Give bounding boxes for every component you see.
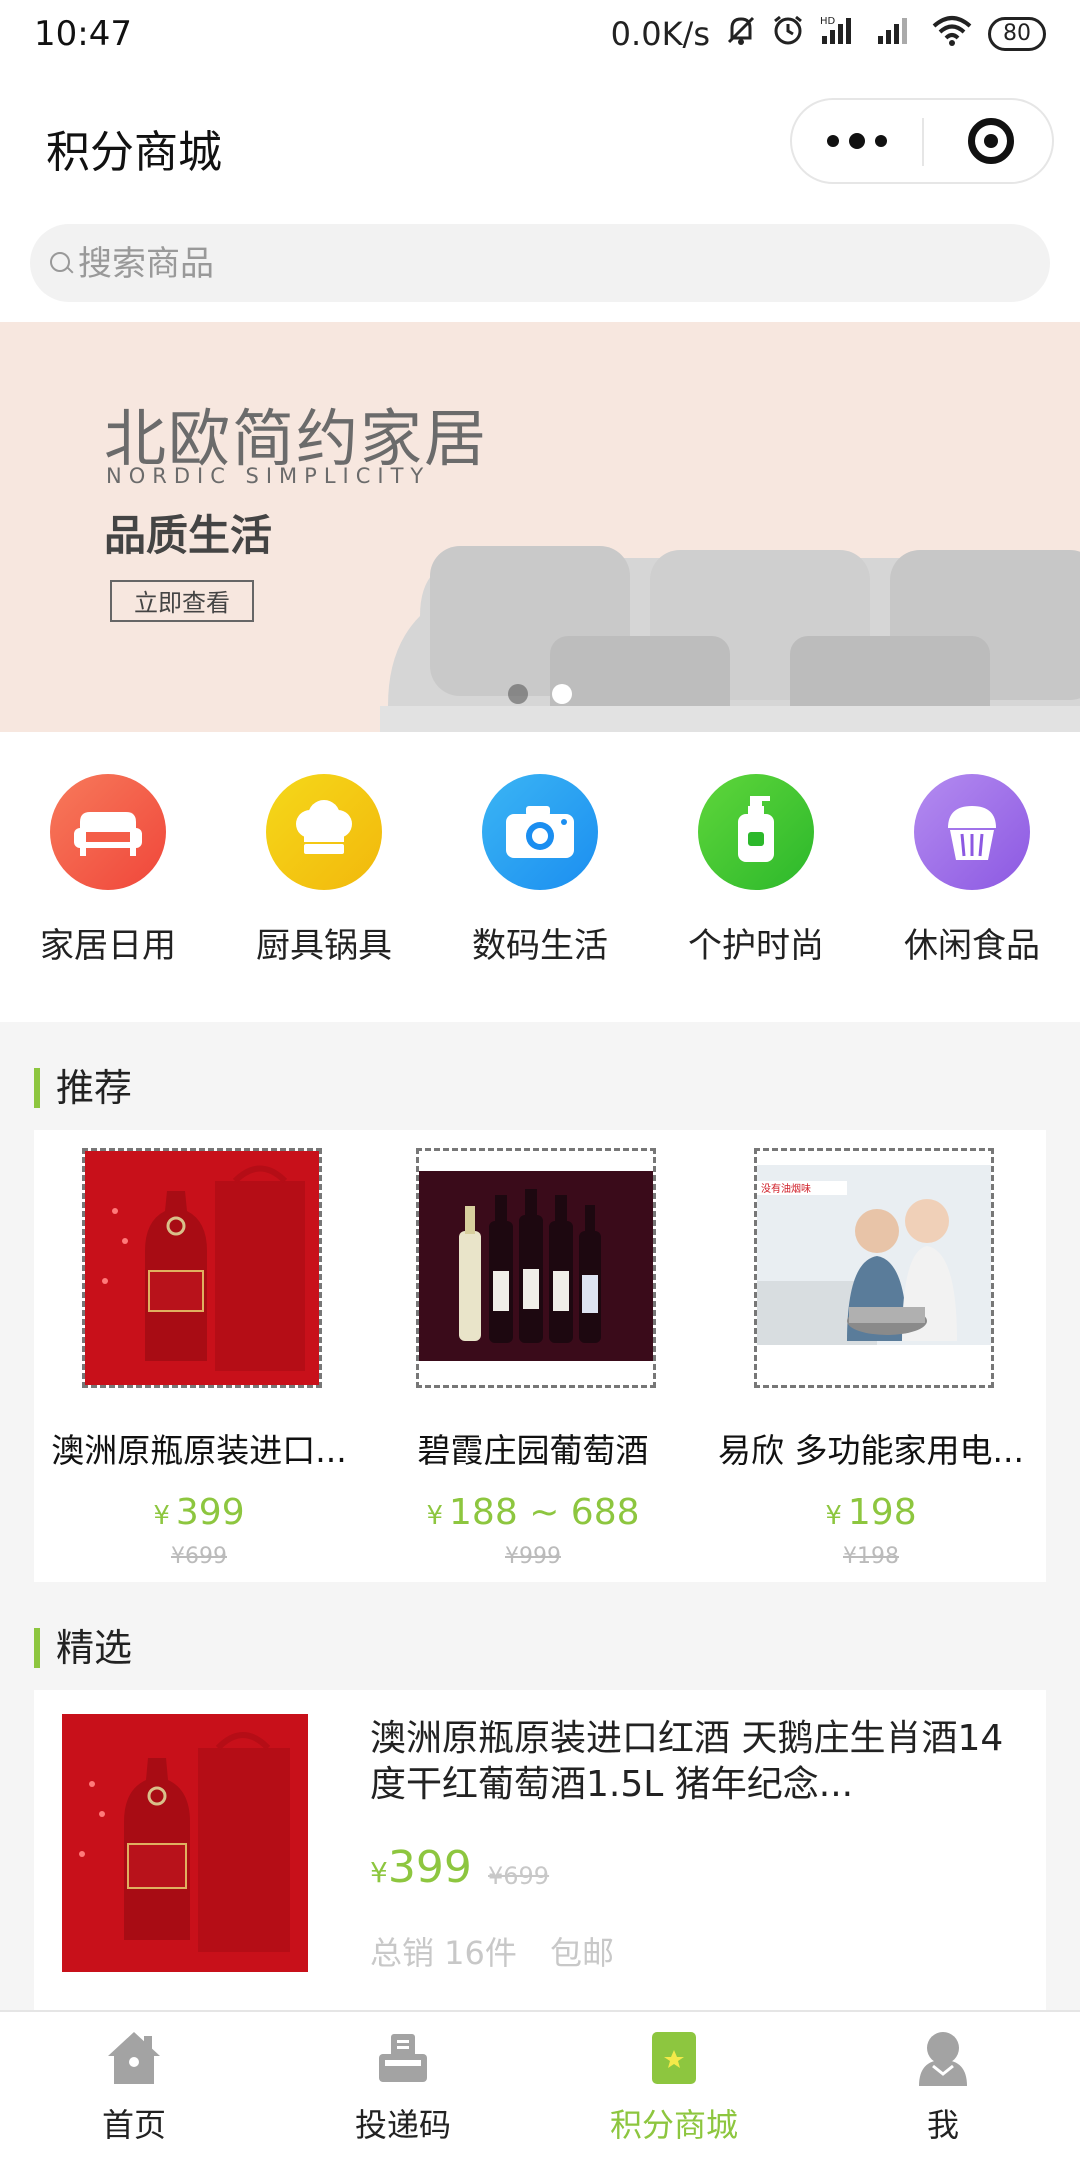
category-label: 家居日用: [40, 926, 176, 966]
wifi-icon: [932, 14, 972, 54]
pump-bottle-icon: [698, 774, 814, 890]
signal-hd-icon: HD: [820, 14, 860, 54]
tab-home[interactable]: 首页: [34, 2026, 234, 2156]
banner-slogan: 品质生活: [104, 511, 273, 560]
category-row: 家居日用 厨具锅具 数码生活 个护时尚 休闲食品: [0, 732, 1080, 1022]
home-icon: [102, 2026, 166, 2090]
banner-view-button[interactable]: 立即查看: [110, 580, 254, 622]
price-value: 188 ~ 688: [449, 1492, 640, 1533]
alarm-icon: [772, 14, 804, 54]
price-value: 198: [847, 1492, 917, 1533]
category-label: 厨具锅具: [256, 926, 392, 966]
recommend-card: 澳洲原瓶原装进口... ¥399 ¥699 碧霞庄园葡萄酒 ¥188 ~ 688…: [34, 1130, 1046, 1582]
tab-label: 投递码: [354, 2106, 451, 2144]
product-image-red-wine-gift: [82, 1148, 322, 1388]
carousel-dot[interactable]: [508, 684, 528, 704]
capsule-divider: [922, 118, 924, 166]
product-original-price: ¥999: [505, 1544, 561, 1569]
chef-hat-icon: [266, 774, 382, 890]
battery-icon: 80: [988, 17, 1046, 51]
price-value: 399: [175, 1492, 245, 1533]
signal-icon: [876, 14, 916, 54]
nav-header: 积分商城: [0, 76, 1080, 210]
product-image-cooking-pot: 没有油烟味: [754, 1148, 994, 1388]
price-value: 399: [387, 1842, 472, 1893]
category-label: 数码生活: [472, 926, 608, 966]
sofa-image: [380, 546, 1080, 732]
product-sales: 总销 16件: [370, 1934, 517, 1972]
cupcake-icon: [914, 774, 1030, 890]
category-snacks[interactable]: 休闲食品: [872, 774, 1072, 974]
more-dots-icon[interactable]: [792, 100, 922, 182]
product-shipping: 包邮: [550, 1934, 615, 1972]
category-label: 休闲食品: [904, 926, 1040, 966]
search-input[interactable]: [76, 224, 1020, 304]
status-time: 10:47: [34, 14, 132, 54]
product-name: 澳洲原瓶原装进口...: [51, 1431, 347, 1470]
tab-label: 我: [926, 2106, 959, 2144]
product-price: ¥188 ~ 688: [368, 1492, 698, 1533]
bottom-tab-bar: 首页 投递码 积分商城 我: [0, 2010, 1080, 2162]
tab-parcel-code[interactable]: 投递码: [303, 2026, 503, 2156]
mini-program-capsule: [790, 98, 1054, 184]
parcel-code-icon: [371, 2026, 435, 2090]
close-target-icon[interactable]: [968, 118, 1014, 164]
svg-text:HD: HD: [820, 16, 836, 27]
banner-subtitle: NORDIC SIMPLICITY: [106, 464, 431, 488]
yen-symbol: ¥: [426, 1501, 444, 1531]
network-speed: 0.0K/s: [610, 15, 710, 53]
category-kitchen[interactable]: 厨具锅具: [224, 774, 424, 974]
search-icon: [50, 252, 70, 272]
product-price: ¥399: [370, 1842, 472, 1893]
product-card[interactable]: 没有油烟味 易欣 多功能家用电... ¥198 ¥198: [706, 1148, 1026, 1569]
section-title-recommend: 推荐: [34, 1068, 132, 1108]
product-price: ¥198: [706, 1492, 1036, 1533]
section-title-featured: 精选: [34, 1628, 132, 1668]
product-original-price: ¥198: [843, 1544, 899, 1569]
product-original-price: ¥699: [171, 1544, 227, 1569]
category-home[interactable]: 家居日用: [8, 774, 208, 974]
yen-symbol: ¥: [825, 1501, 842, 1531]
product-card[interactable]: 碧霞庄园葡萄酒 ¥188 ~ 688 ¥999: [368, 1148, 688, 1569]
status-bar: 10:47 0.0K/s HD 80: [0, 0, 1080, 76]
product-price: ¥399: [34, 1492, 364, 1533]
product-name: 澳洲原瓶原装进口红酒 天鹅庄生肖酒14度干红葡萄酒1.5L 猪年纪念...: [370, 1718, 1004, 1805]
tab-points-mall[interactable]: 积分商城: [574, 2026, 774, 2156]
status-icons: 0.0K/s HD 80: [611, 14, 1046, 54]
category-digital[interactable]: 数码生活: [440, 774, 640, 974]
product-image-red-wine-gift: [62, 1714, 308, 1972]
tab-label: 积分商城: [609, 2106, 738, 2144]
tab-me[interactable]: 我: [843, 2026, 1043, 2156]
tab-label: 首页: [101, 2106, 166, 2144]
page-title: 积分商城: [46, 127, 222, 178]
yen-symbol: ¥: [370, 1856, 388, 1889]
category-personal-care[interactable]: 个护时尚: [656, 774, 856, 974]
search-bar: [0, 210, 1080, 322]
yen-symbol: ¥: [153, 1501, 170, 1531]
category-label: 个护时尚: [688, 926, 824, 966]
mute-bell-icon: [726, 14, 756, 54]
search-box[interactable]: [30, 224, 1050, 304]
camera-icon: [482, 774, 598, 890]
product-name: 碧霞庄园葡萄酒: [417, 1431, 649, 1470]
product-card[interactable]: 澳洲原瓶原装进口... ¥399 ¥699: [34, 1148, 354, 1569]
product-name: 易欣 多功能家用电...: [718, 1431, 1024, 1470]
user-icon: [911, 2026, 975, 2090]
product-original-price: ¥699: [488, 1862, 550, 1890]
svg-text:没有油烟味: 没有油烟味: [761, 1182, 811, 1195]
points-mall-icon: [642, 2026, 706, 2090]
carousel-dot-active[interactable]: [552, 684, 572, 704]
sofa-icon: [50, 774, 166, 890]
featured-product-card[interactable]: 澳洲原瓶原装进口红酒 天鹅庄生肖酒14度干红葡萄酒1.5L 猪年纪念... ¥3…: [34, 1690, 1046, 2010]
product-image-wine-bottles: [416, 1148, 656, 1388]
promo-banner[interactable]: 北欧简约家居 NORDIC SIMPLICITY 品质生活 立即查看: [0, 322, 1080, 732]
